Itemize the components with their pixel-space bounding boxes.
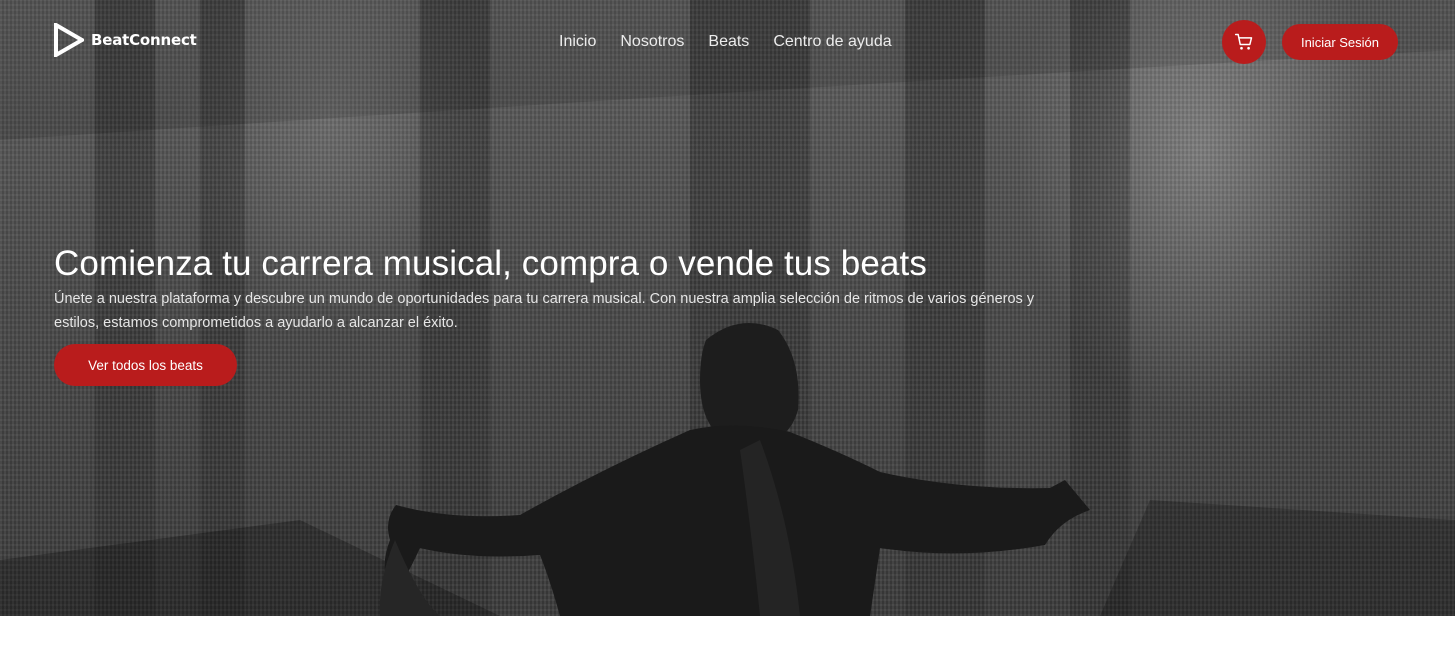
nav-item-nosotros[interactable]: Nosotros (620, 33, 684, 51)
brand-name: BeatConnect (91, 31, 197, 49)
hero-description: Únete a nuestra plataforma y descubre un… (54, 291, 1035, 331)
cart-icon (1234, 33, 1253, 50)
nav-item-centro-de-ayuda[interactable]: Centro de ayuda (773, 33, 891, 51)
brand-logo[interactable]: BeatConnect (54, 23, 197, 57)
hero-title: Comienza tu carrera musical, compra o ve… (54, 244, 927, 283)
nav-item-beats[interactable]: Beats (708, 33, 749, 51)
view-all-beats-button[interactable]: Ver todos los beats (54, 344, 237, 386)
cart-button[interactable] (1222, 20, 1266, 64)
main-nav: Inicio Nosotros Beats Centro de ayuda (559, 33, 892, 51)
play-triangle-logo-icon (54, 23, 84, 57)
login-button[interactable]: Iniciar Sesión (1282, 24, 1398, 60)
nav-item-inicio[interactable]: Inicio (559, 33, 596, 51)
